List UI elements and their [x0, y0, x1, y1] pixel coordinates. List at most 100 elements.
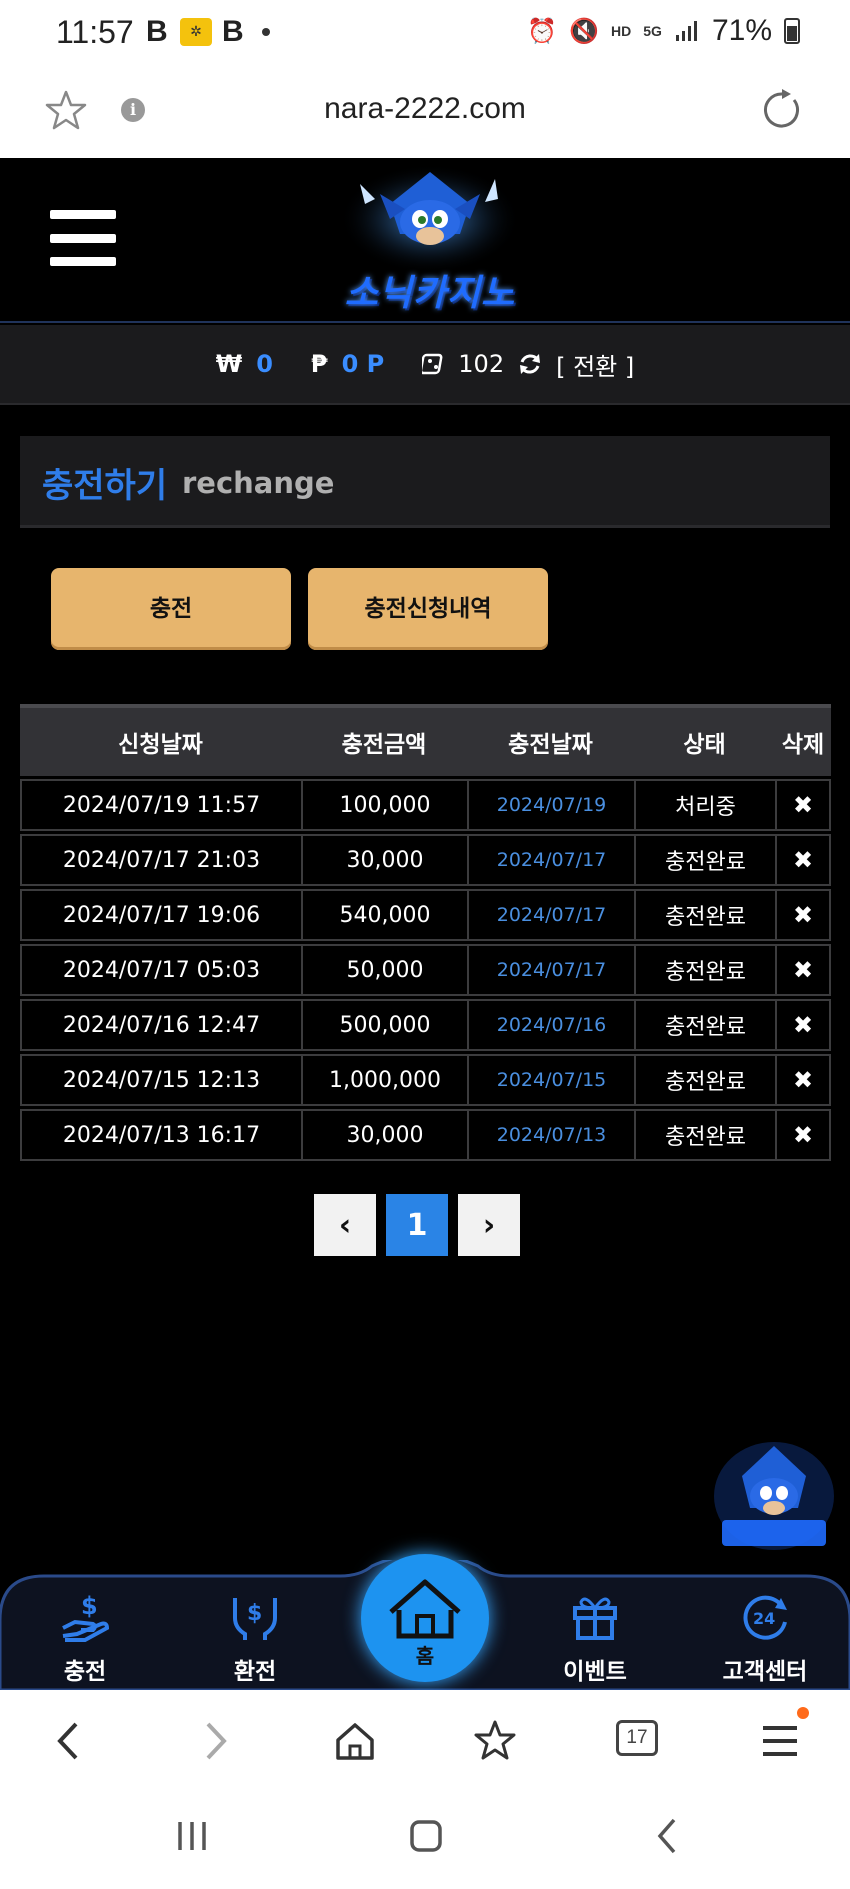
- point-balance: 0 P: [341, 350, 385, 378]
- status-icons: ⏰ 🔇 HD 5G 71%: [527, 14, 800, 48]
- recent-apps-icon[interactable]: [172, 1816, 212, 1856]
- menu-notification-dot: [797, 1707, 809, 1719]
- charge-button[interactable]: 충전: [51, 568, 291, 650]
- refresh-icon[interactable]: [518, 352, 542, 376]
- svg-text:$: $: [247, 1601, 262, 1626]
- nav-exchange[interactable]: $ 환전: [195, 1588, 315, 1686]
- svg-text:24: 24: [753, 1609, 775, 1628]
- table-row: 2024/07/15 12:13 1,000,000 2024/07/15 충전…: [20, 1054, 831, 1106]
- floating-mascot-icon[interactable]: [712, 1436, 836, 1552]
- amount: 30,000: [301, 836, 467, 884]
- mascot-icon: [340, 164, 520, 274]
- charge-history-button[interactable]: 충전신청내역: [308, 568, 548, 650]
- request-date: 2024/07/19 11:57: [20, 781, 301, 829]
- b-app-icon-2: B: [222, 15, 244, 48]
- system-home-icon[interactable]: [406, 1816, 446, 1856]
- delete-icon[interactable]: ✖: [775, 781, 831, 829]
- page-subtitle: rechange: [182, 466, 335, 500]
- delete-icon[interactable]: ✖: [775, 891, 831, 939]
- charge-date: 2024/07/16: [467, 1001, 634, 1049]
- amount: 30,000: [301, 1111, 467, 1159]
- header-delete: 삭제: [781, 732, 825, 758]
- request-date: 2024/07/15 12:13: [20, 1056, 301, 1104]
- request-date: 2024/07/13 16:17: [20, 1111, 301, 1159]
- page-1-button[interactable]: 1: [386, 1194, 448, 1256]
- table-row: 2024/07/17 05:03 50,000 2024/07/17 충전완료 …: [20, 944, 831, 996]
- nav-event[interactable]: 이벤트: [535, 1588, 655, 1686]
- home-browser-icon[interactable]: [330, 1716, 380, 1766]
- request-date: 2024/07/17 21:03: [20, 836, 301, 884]
- nav-event-label: 이벤트: [563, 1659, 627, 1685]
- nav-charge-label: 충전: [63, 1659, 107, 1685]
- yellow-app-icon: ✲: [180, 18, 212, 46]
- table-row: 2024/07/19 11:57 100,000 2024/07/19 처리중 …: [20, 779, 831, 831]
- site-header: 소닉카지노: [0, 158, 850, 323]
- status: 충전완료: [634, 946, 775, 994]
- delete-icon[interactable]: ✖: [775, 1056, 831, 1104]
- chip-icon: [422, 353, 443, 375]
- reload-icon[interactable]: [760, 88, 804, 132]
- delete-icon[interactable]: ✖: [775, 836, 831, 884]
- nav-home-label: 홈: [415, 1644, 435, 1668]
- menu-icon[interactable]: [50, 210, 116, 266]
- browser-toolbar: [0, 1690, 850, 1790]
- support-24-icon: 24: [743, 1595, 787, 1640]
- charge-date: 2024/07/15: [467, 1056, 634, 1104]
- logo-text: 소닉카지노: [344, 273, 516, 314]
- header-request-date: 신청날짜: [118, 732, 203, 758]
- battery-icon: [784, 18, 800, 44]
- url-text[interactable]: nara-2222.com: [0, 92, 850, 126]
- convert-button[interactable]: [ 전환 ]: [556, 347, 634, 382]
- delete-icon[interactable]: ✖: [775, 1001, 831, 1049]
- charge-date: 2024/07/17: [467, 891, 634, 939]
- won-symbol: ₩: [215, 350, 243, 378]
- point-symbol: ₱: [310, 350, 328, 378]
- nav-charge[interactable]: $ 충전: [25, 1588, 145, 1686]
- status: 충전완료: [634, 836, 775, 884]
- header-status: 상태: [683, 732, 726, 758]
- header-charge-date: 충전날짜: [508, 732, 593, 758]
- hand-money-icon: $: [62, 1592, 110, 1642]
- request-date: 2024/07/17 05:03: [20, 946, 301, 994]
- 5g-icon: 5G: [643, 23, 662, 39]
- balance-bar: ₩ 0 ₱ 0 P 102 [ 전환 ]: [0, 325, 850, 405]
- b-app-icon: B: [146, 15, 168, 48]
- forward-icon[interactable]: [190, 1716, 240, 1766]
- battery-percent: 71%: [711, 14, 772, 47]
- bookmarks-icon[interactable]: [470, 1716, 520, 1766]
- delete-icon[interactable]: ✖: [775, 1111, 831, 1159]
- status: 처리중: [634, 781, 775, 829]
- nav-home-button[interactable]: 홈: [361, 1554, 489, 1682]
- header-amount: 충전금액: [341, 732, 427, 758]
- delete-icon[interactable]: ✖: [775, 946, 831, 994]
- charge-date: 2024/07/13: [467, 1111, 634, 1159]
- menu-browser-icon[interactable]: [755, 1716, 805, 1766]
- status: 충전완료: [634, 1056, 775, 1104]
- prev-page-button[interactable]: ‹: [314, 1194, 376, 1256]
- nav-support[interactable]: 24 고객센터: [705, 1588, 825, 1686]
- pagination: ‹ 1 ›: [314, 1194, 520, 1256]
- page-title-panel: 충전하기 rechange: [20, 436, 830, 528]
- amount: 1,000,000: [301, 1056, 467, 1104]
- table-row: 2024/07/17 21:03 30,000 2024/07/17 충전완료 …: [20, 834, 831, 886]
- alarm-icon: ⏰: [527, 17, 558, 45]
- back-icon[interactable]: [44, 1716, 94, 1766]
- status-bar: 11:57 B ✲ B ⏰ 🔇 HD 5G 71%: [0, 0, 850, 68]
- site-logo[interactable]: 소닉카지노: [320, 164, 540, 314]
- system-back-icon[interactable]: [648, 1816, 688, 1856]
- address-bar: i nara-2222.com: [0, 68, 850, 158]
- charge-history-table: 신청날짜 충전금액 충전날짜 상태 삭제 2024/07/19 11:57 10…: [20, 704, 831, 1161]
- page-title: 충전하기: [42, 466, 168, 506]
- tabs-count-button[interactable]: 17: [616, 1720, 658, 1756]
- table-row: 2024/07/17 19:06 540,000 2024/07/17 충전완료…: [20, 889, 831, 941]
- amount: 50,000: [301, 946, 467, 994]
- home-icon: [389, 1579, 461, 1639]
- status: 충전완료: [634, 1111, 775, 1159]
- status: 충전완료: [634, 1001, 775, 1049]
- system-nav-bar: [0, 1790, 850, 1889]
- request-date: 2024/07/17 19:06: [20, 891, 301, 939]
- table-header: 신청날짜 충전금액 충전날짜 상태 삭제: [20, 704, 831, 776]
- next-page-button[interactable]: ›: [458, 1194, 520, 1256]
- table-row: 2024/07/16 12:47 500,000 2024/07/16 충전완료…: [20, 999, 831, 1051]
- nav-exchange-label: 환전: [233, 1659, 277, 1685]
